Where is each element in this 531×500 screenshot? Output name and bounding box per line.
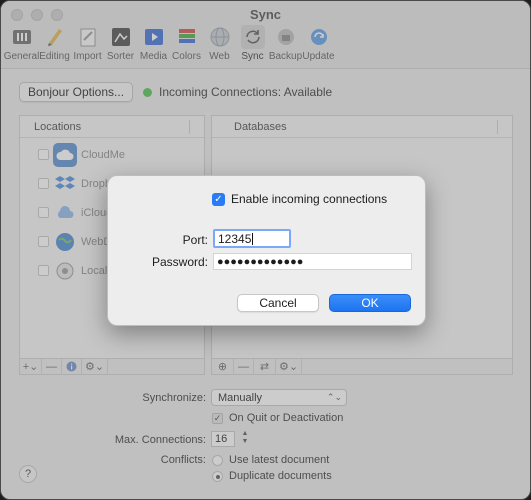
incoming-connections-dialog: ✓ Enable incoming connections Port: 1234… xyxy=(107,175,426,326)
port-value: 12345 xyxy=(218,231,252,246)
password-label: Password: xyxy=(151,255,208,269)
checkbox-checked-icon: ✓ xyxy=(212,192,225,206)
port-label: Port: xyxy=(182,233,208,247)
preferences-window: Sync General Editing Import Sorter Media… xyxy=(0,0,531,500)
enable-incoming-label: Enable incoming connections xyxy=(231,192,388,206)
port-input[interactable]: 12345 xyxy=(213,229,291,248)
password-input[interactable]: ●●●●●●●●●●●●● xyxy=(213,253,412,270)
cancel-button[interactable]: Cancel xyxy=(237,294,319,312)
ok-button[interactable]: OK xyxy=(329,294,411,312)
enable-incoming-checkbox[interactable]: ✓ Enable incoming connections xyxy=(212,192,387,206)
text-caret xyxy=(252,232,254,245)
